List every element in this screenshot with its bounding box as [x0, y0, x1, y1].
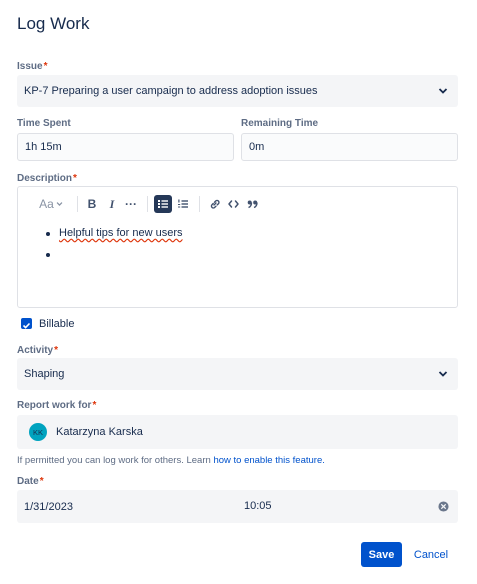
- more-formatting-button[interactable]: ···: [122, 195, 140, 213]
- italic-button[interactable]: I: [104, 195, 120, 213]
- clear-icon[interactable]: [438, 501, 449, 512]
- activity-label: Activity*: [17, 345, 59, 356]
- toolbar-divider: [147, 196, 148, 212]
- toolbar-divider: [199, 196, 200, 212]
- activity-select[interactable]: Shaping: [17, 358, 458, 390]
- cancel-button[interactable]: Cancel: [409, 542, 453, 567]
- link-icon: [210, 199, 220, 209]
- quote-button[interactable]: [244, 195, 260, 213]
- numbered-list-icon: [178, 199, 188, 208]
- remaining-time-value: 0m: [249, 141, 265, 153]
- list-item-text: Helpful tips for new users: [59, 227, 183, 239]
- avatar: KK: [29, 423, 47, 441]
- date-label: Date*: [17, 476, 44, 487]
- bullet-list-button[interactable]: [154, 195, 172, 213]
- issue-select[interactable]: KP-7 Preparing a user campaign to addres…: [17, 75, 458, 107]
- description-editor[interactable]: Aa B I ··· Helpful tips for new users: [17, 186, 458, 308]
- enable-feature-link[interactable]: how to enable this feature.: [213, 455, 324, 466]
- chevron-down-icon: [438, 371, 448, 377]
- help-text: If permitted you can log work for others…: [17, 455, 325, 466]
- user-name: Katarzyna Karska: [56, 426, 143, 438]
- bullet-list-icon: [158, 200, 168, 208]
- chevron-down-icon: [438, 88, 448, 94]
- bullet-marker: [46, 232, 50, 236]
- code-button[interactable]: [225, 195, 241, 213]
- remaining-time-input[interactable]: 0m: [241, 133, 458, 161]
- chevron-down-icon: [56, 202, 63, 206]
- list-item: Helpful tips for new users: [59, 227, 183, 239]
- activity-value: Shaping: [24, 368, 65, 380]
- time-spent-input[interactable]: 1h 15m: [17, 133, 234, 161]
- dialog-title: Log Work: [17, 14, 90, 33]
- date-input[interactable]: 1/31/2023: [24, 501, 73, 513]
- billable-checkbox[interactable]: [21, 318, 32, 329]
- report-work-for-select[interactable]: KK Katarzyna Karska: [17, 415, 458, 449]
- toolbar-divider: [77, 196, 78, 212]
- time-spent-label: Time Spent: [17, 118, 71, 129]
- remaining-time-label: Remaining Time: [241, 118, 319, 129]
- checkmark-icon: [22, 322, 31, 329]
- time-input[interactable]: 10:05: [244, 500, 272, 512]
- text-style-label: Aa: [39, 197, 54, 211]
- report-work-for-label: Report work for*: [17, 400, 97, 411]
- numbered-list-button[interactable]: [175, 195, 191, 213]
- bold-button[interactable]: B: [84, 195, 100, 213]
- save-button[interactable]: Save: [361, 542, 402, 567]
- issue-label: Issue*: [17, 61, 48, 72]
- text-style-dropdown[interactable]: Aa: [38, 195, 64, 213]
- code-icon: [227, 200, 239, 208]
- link-button[interactable]: [207, 195, 223, 213]
- bullet-marker: [46, 253, 50, 257]
- time-spent-value: 1h 15m: [25, 141, 62, 153]
- date-time-picker[interactable]: 1/31/2023 10:05: [17, 490, 458, 523]
- quote-icon: [247, 200, 258, 209]
- billable-label: Billable: [39, 318, 75, 330]
- issue-value: KP-7 Preparing a user campaign to addres…: [24, 85, 318, 97]
- description-label: Description*: [17, 173, 77, 184]
